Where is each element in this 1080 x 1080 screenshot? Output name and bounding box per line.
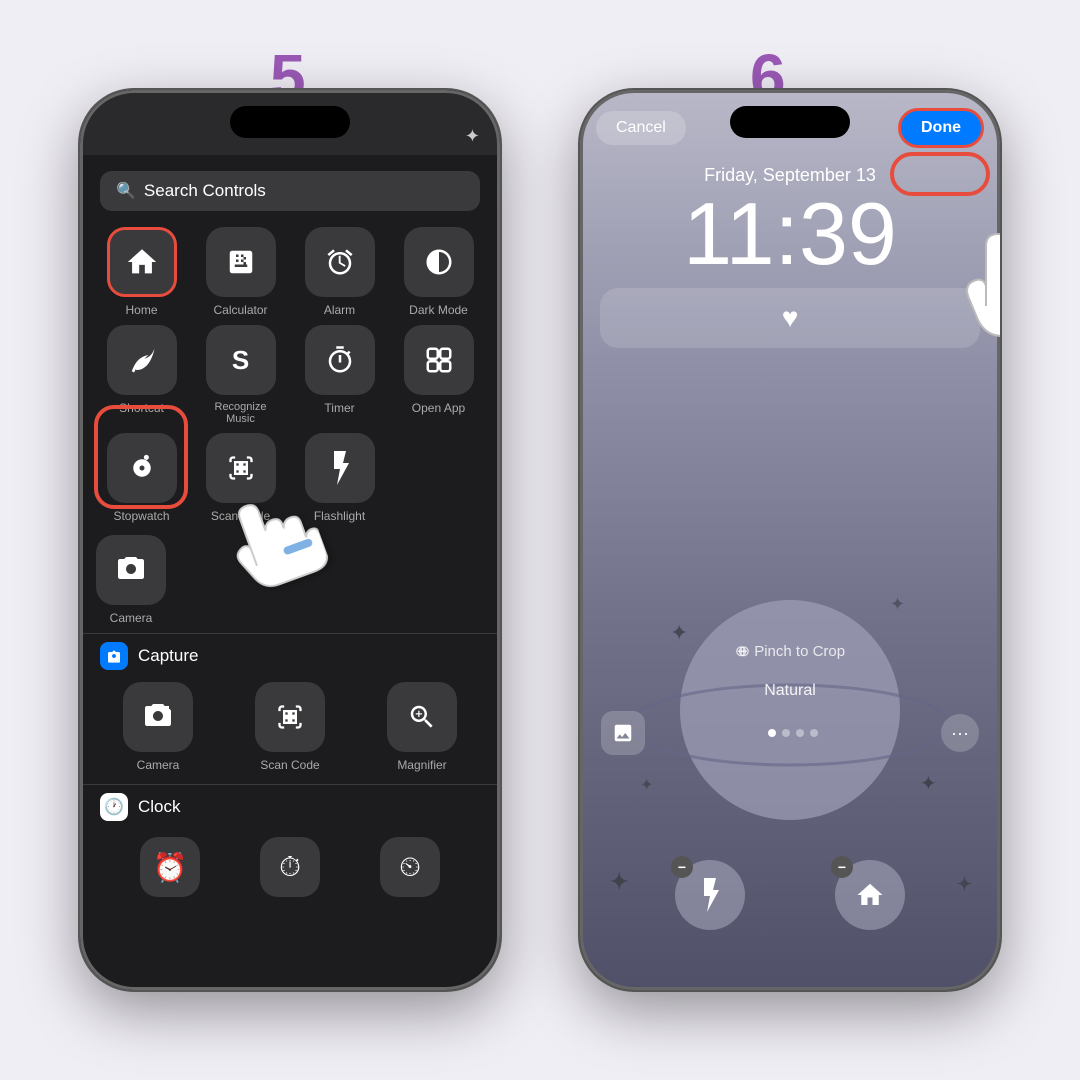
clock-item-3[interactable]: ⏲ [380,837,440,897]
timer-control[interactable]: Timer [294,325,385,425]
cancel-button[interactable]: Cancel [596,111,686,145]
home-remove-btn[interactable]: − [831,856,853,878]
saturn-illustration: ✦ ✦ ✦ ✦ [620,570,960,850]
main-container: 5 6 ✦ 🔍 Search Controls [0,0,1080,1080]
capture-title: Capture [138,646,198,666]
open-app-control[interactable]: Open App [393,325,484,425]
capture-controls-grid: Camera Scan Code Magnifier [80,678,500,776]
capture-camera-control[interactable]: Camera [96,682,220,772]
dark-mode-label: Dark Mode [409,303,468,317]
camera-solo-icon-wrap [96,535,166,605]
clock-icon: 🕐 [100,793,128,821]
stopwatch-icon-wrap [107,433,177,503]
shortcut-control[interactable]: Shortcut [96,325,187,425]
stopwatch-label: Stopwatch [113,509,169,523]
capture-section-header: Capture [80,633,500,678]
natural-label: Natural [764,682,816,700]
photo-filter-strip: ··· [601,711,979,755]
timer-label: Timer [324,401,354,415]
more-options-btn[interactable]: ··· [941,714,979,752]
svg-text:✦: ✦ [640,777,653,794]
shortcut-label: Shortcut [119,401,164,415]
bottom-widgets: − − [580,860,1000,930]
recognize-music-label: RecognizeMusic [215,401,267,425]
shazam-icon-wrap: S [206,325,276,395]
search-input-text[interactable]: Search Controls [144,181,266,201]
heart-widget[interactable]: ♥ [600,288,980,348]
recognize-music-control[interactable]: S RecognizeMusic [195,325,286,425]
alarm-icon-wrap [305,227,375,297]
camera-solo-label: Camera [110,611,153,625]
phone-1: ✦ 🔍 Search Controls Home [80,90,500,990]
alarm-control[interactable]: Alarm [294,227,385,317]
dots-strip [768,729,818,737]
lock-screen: Cancel Done Friday, September 13 11:39 ♥ [580,90,1000,990]
flashlight-label: Flashlight [314,509,365,523]
heart-icon: ♥ [782,302,799,334]
capture-icon [100,642,128,670]
phone-2: Cancel Done Friday, September 13 11:39 ♥ [580,90,1000,990]
home-icon-wrap [107,227,177,297]
camera-solo-control[interactable]: Camera [96,535,166,625]
bottom-icons-row: ⏰ ⏱ ⏲ [80,829,500,905]
clock-section-header: 🕐 Clock [80,784,500,829]
search-icon: 🔍 [116,181,136,201]
clock-item-1[interactable]: ⏰ [140,837,200,897]
open-app-icon-wrap [404,325,474,395]
capture-camera-icon [123,682,193,752]
magnifier-icon [387,682,457,752]
clock-title: Clock [138,797,181,817]
dot-1 [768,729,776,737]
calculator-icon-wrap [206,227,276,297]
magnifier-label: Magnifier [397,758,446,772]
svg-text:✦: ✦ [670,620,688,645]
calculator-control[interactable]: Calculator [195,227,286,317]
phone2-dynamic-island [730,106,850,138]
home-control[interactable]: Home [96,227,187,317]
star-deco-1: ✦ [610,869,628,895]
lock-screen-date: Friday, September 13 [580,165,1000,186]
shortcut-icon-wrap [107,325,177,395]
flashlight-icon-wrap [305,433,375,503]
dot-3 [796,729,804,737]
search-bar[interactable]: 🔍 Search Controls [100,171,480,211]
photo-gallery-btn[interactable] [601,711,645,755]
hand-pointer-2 [950,210,1000,345]
lock-screen-time: 11:39 [580,190,1000,278]
timer-icon-wrap [305,325,375,395]
dark-mode-icon-wrap [404,227,474,297]
dot-2 [782,729,790,737]
clock-item-2[interactable]: ⏱ [260,837,320,897]
stopwatch-control[interactable]: Stopwatch [96,433,187,523]
dot-4 [810,729,818,737]
alarm-label: Alarm [324,303,355,317]
star-deco-2: ✦ [957,874,972,895]
home-widget[interactable]: − [835,860,905,930]
home-label: Home [125,303,157,317]
pinch-to-crop-label: ⊕ ⊕ Pinch to Crop [735,642,845,660]
flashlight-remove-btn[interactable]: − [671,856,693,878]
dynamic-island [230,106,350,138]
done-button[interactable]: Done [898,108,984,148]
capture-camera-label: Camera [137,758,180,772]
calculator-label: Calculator [213,303,267,317]
svg-text:✦: ✦ [890,594,905,614]
capture-scan-label: Scan Code [260,758,319,772]
capture-scan-control[interactable]: Scan Code [228,682,352,772]
open-app-label: Open App [412,401,465,415]
magnifier-control[interactable]: Magnifier [360,682,484,772]
svg-text:✦: ✦ [920,773,937,795]
capture-scan-icon [255,682,325,752]
star-decoration: ✦ [465,126,480,147]
flashlight-widget[interactable]: − [675,860,745,930]
dark-mode-control[interactable]: Dark Mode [393,227,484,317]
